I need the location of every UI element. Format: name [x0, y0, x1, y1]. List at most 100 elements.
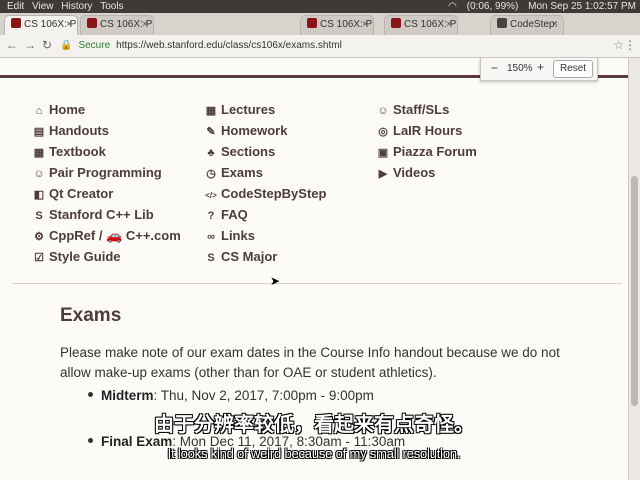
nav-exams[interactable]: ◷ Exams	[204, 165, 263, 180]
zoom-out-button[interactable]: −	[491, 61, 498, 75]
nav-staff[interactable]: ☺ Staff/SLs	[376, 102, 449, 117]
tab-4[interactable]: CS 106X: P ×	[384, 15, 458, 35]
wifi-icon[interactable]: ◠	[448, 1, 457, 12]
nav-label: Home	[49, 102, 86, 117]
nav-label: Pair Programming	[49, 165, 162, 180]
battery-status[interactable]: (0:06, 99%)	[467, 1, 519, 12]
nav-lectures[interactable]: ▦ Lectures	[204, 102, 275, 117]
tab-1[interactable]: CS 106X: P ×	[4, 15, 78, 35]
tab-3[interactable]: CS 106X: P ×	[300, 15, 374, 35]
nav-label: CodeStepByStep	[221, 186, 327, 201]
scrollbar[interactable]	[628, 58, 640, 480]
users-icon: ☺	[33, 168, 45, 180]
zoom-popup: − 150% + Reset	[480, 58, 598, 81]
nav-textbook[interactable]: ▦ Textbook	[32, 144, 106, 159]
tree-icon: ♣	[207, 147, 215, 159]
code-icon: </>	[205, 191, 217, 200]
question-icon: ?	[207, 210, 215, 222]
car-icon: ⚙	[34, 231, 44, 243]
nav-label: Staff/SLs	[393, 102, 450, 117]
menu-history[interactable]: History	[61, 1, 92, 12]
browser-menu-icon[interactable]: ⋮	[624, 38, 636, 52]
bookmark-star-icon[interactable]: ☆	[613, 38, 624, 52]
tab-2[interactable]: CS 106X: P ×	[80, 15, 154, 35]
close-icon[interactable]: ×	[66, 16, 72, 34]
close-icon[interactable]: ×	[552, 16, 558, 34]
divider	[12, 283, 622, 284]
codestep-favicon	[497, 18, 507, 28]
nav-links[interactable]: ∞ Links	[204, 228, 255, 243]
nav-codestepbystep[interactable]: </> CodeStepByStep	[204, 186, 326, 201]
nav-label: Textbook	[49, 144, 106, 159]
nav-label: Exams	[221, 165, 263, 180]
nav-handouts[interactable]: ▤ Handouts	[32, 123, 109, 138]
tab-5[interactable]: CodeStep: ×	[490, 15, 564, 35]
close-icon[interactable]: ×	[446, 16, 452, 34]
stanford-icon: S	[35, 210, 43, 222]
close-icon[interactable]: ×	[362, 16, 368, 34]
calendar-icon: ▦	[205, 105, 217, 117]
exam-colon: :	[153, 388, 161, 403]
nav-lair-hours[interactable]: ◎ LaIR Hours	[376, 123, 462, 138]
play-icon: ▶	[378, 168, 388, 180]
nav-piazza[interactable]: ▣ Piazza Forum	[376, 144, 477, 159]
exam-time: Thu, Nov 2, 2017, 7:00pm - 9:00pm	[160, 388, 374, 403]
major-icon: S	[207, 252, 215, 264]
nav-sections[interactable]: ♣ Sections	[204, 144, 275, 159]
nav-cppref[interactable]: ⚙ CppRef / 🚗 C++.com	[32, 228, 181, 244]
nav-pair-programming[interactable]: ☺ Pair Programming	[32, 165, 162, 180]
piazza-icon: ▣	[377, 147, 389, 159]
zoom-reset-button[interactable]: Reset	[553, 60, 593, 78]
clock-icon: ◷	[206, 168, 216, 180]
home-icon: ⌂	[35, 105, 43, 117]
secure-label: Secure	[78, 40, 111, 51]
checkbox-icon: ☑	[34, 252, 44, 264]
back-icon[interactable]: ←	[6, 38, 18, 52]
link-icon: ∞	[207, 231, 215, 243]
subtitle-english: It looks kind of weird because of my sma…	[167, 446, 461, 461]
list-item: Midterm: Thu, Nov 2, 2017, 7:00pm - 9:00…	[88, 388, 374, 403]
nav-label: CS Major	[221, 249, 278, 264]
page-title: Exams	[60, 305, 122, 326]
scrollbar-thumb[interactable]	[631, 176, 638, 406]
bullet	[88, 392, 93, 397]
nav-home[interactable]: ⌂ Home	[32, 102, 85, 117]
nav-label: Stanford C++ Lib	[49, 207, 154, 222]
nav-style-guide[interactable]: ☑ Style Guide	[32, 249, 121, 264]
menu-view[interactable]: View	[32, 1, 54, 12]
clock[interactable]: Mon Sep 25 1:02:57 PM	[528, 1, 636, 12]
menu-tools[interactable]: Tools	[100, 1, 123, 12]
nav-cs-major[interactable]: S CS Major	[204, 249, 277, 264]
address-bar: ← → ↻ 🔒 Secure https://web.stanford.edu/cl…	[0, 35, 640, 58]
nav-label: Handouts	[49, 123, 109, 138]
nav-qt-creator[interactable]: ◧ Qt Creator	[32, 186, 114, 201]
lock-icon: 🔒	[60, 40, 73, 51]
nav-homework[interactable]: ✎ Homework	[204, 123, 287, 138]
nav-faq[interactable]: ? FAQ	[204, 207, 248, 222]
nav-label: Piazza Forum	[393, 144, 477, 159]
zoom-level: 150%	[507, 63, 533, 74]
stanford-favicon	[391, 18, 401, 28]
nav-videos[interactable]: ▶ Videos	[376, 165, 436, 180]
stanford-favicon	[307, 18, 317, 28]
close-icon[interactable]: ×	[142, 16, 148, 34]
zoom-in-button[interactable]: +	[537, 60, 544, 74]
url-field[interactable]: 🔒 Secure https://web.stanford.edu/class/cs…	[60, 38, 600, 53]
nav-label: LaIR Hours	[393, 123, 463, 138]
nav-label: FAQ	[221, 207, 248, 222]
handouts-icon: ▤	[33, 126, 45, 138]
subtitle-chinese: 由于分辨率较低，看起来有点奇怪。	[154, 414, 474, 436]
edit-icon: ✎	[206, 126, 216, 138]
reload-icon[interactable]: ↻	[42, 38, 52, 52]
nav-label: Style Guide	[49, 249, 121, 264]
stanford-favicon	[11, 18, 21, 28]
exam-name: Midterm	[101, 388, 154, 403]
tab-bar: CS 106X: P × CS 106X: P × CS 106X: P × CS 1…	[0, 13, 640, 35]
stanford-favicon	[87, 18, 97, 28]
os-menu-bar: Edit View History Tools ◠ (0:06, 99%) Mo…	[0, 0, 640, 13]
menu-edit[interactable]: Edit	[7, 1, 24, 12]
qt-icon: ◧	[33, 189, 45, 201]
nav-stanford-lib[interactable]: S Stanford C++ Lib	[32, 207, 154, 222]
nav-label: Qt Creator	[49, 186, 114, 201]
forward-icon[interactable]: →	[24, 38, 36, 52]
